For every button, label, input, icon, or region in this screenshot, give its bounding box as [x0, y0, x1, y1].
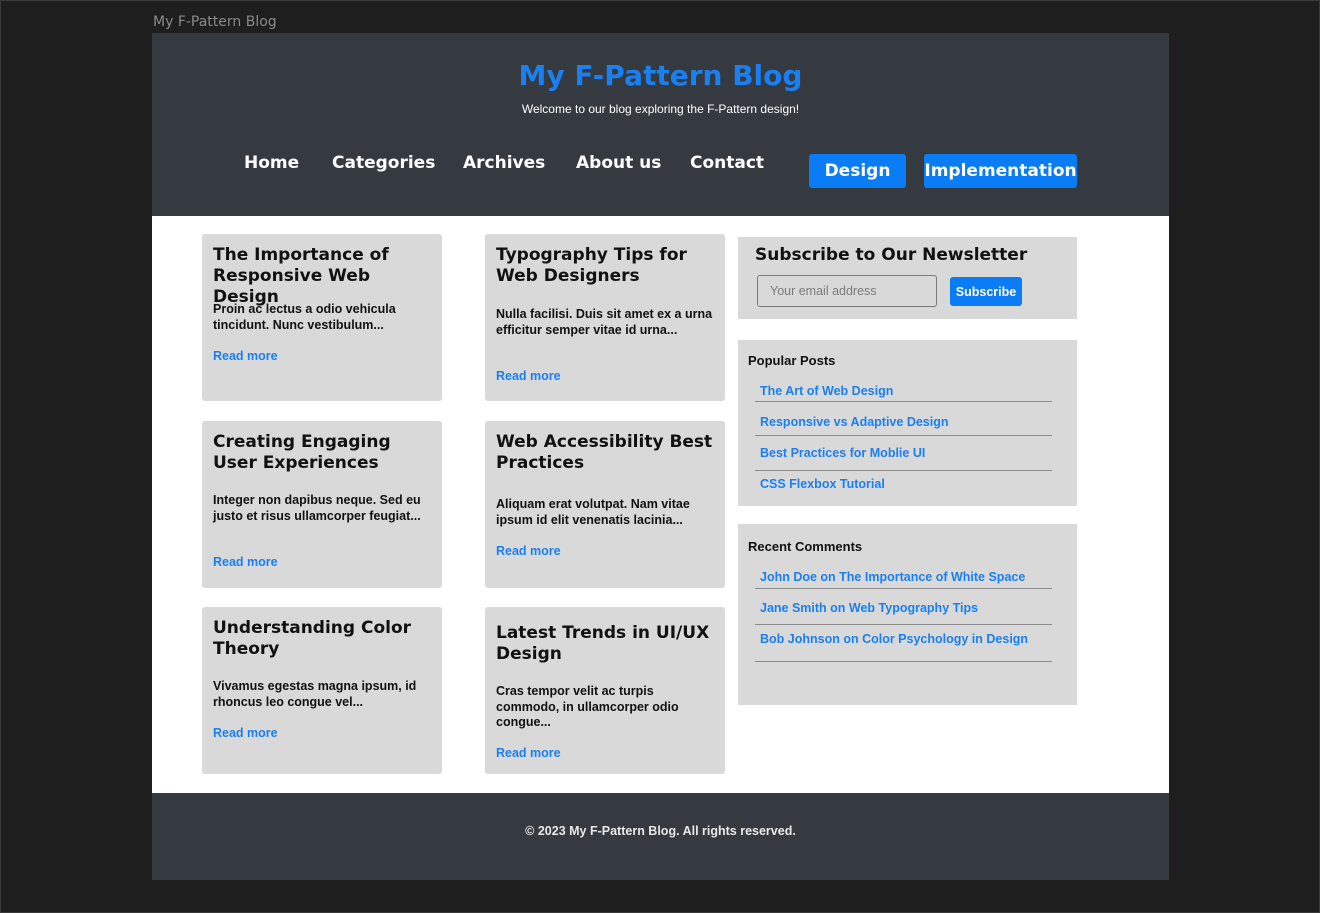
nav-about-us[interactable]: About us — [576, 153, 661, 173]
read-more-link[interactable]: Read more — [213, 726, 278, 740]
post-excerpt: Cras tempor velit ac turpis commodo, in … — [496, 684, 679, 729]
frame-label: My F-Pattern Blog — [153, 14, 277, 30]
site-footer: © 2023 My F-Pattern Blog. All rights res… — [152, 793, 1169, 880]
read-more-link[interactable]: Read more — [496, 369, 561, 383]
post-excerpt: Integer non dapibus neque. Sed eu justo … — [213, 493, 421, 523]
nav-categories[interactable]: Categories — [332, 153, 435, 173]
copyright-text: © 2023 My F-Pattern Blog. All rights res… — [525, 824, 796, 838]
site-tagline: Welcome to our blog exploring the F-Patt… — [521, 102, 800, 116]
post-excerpt: Aliquam erat volutpat. Nam vitae ipsum i… — [496, 497, 690, 527]
post-card: The Importance of Responsive Web Design … — [202, 234, 442, 401]
site-title[interactable]: My F-Pattern Blog — [152, 59, 1169, 92]
recent-comment-link[interactable]: Jane Smith on Web Typography Tips — [760, 601, 978, 615]
design-button[interactable]: Design — [809, 154, 906, 188]
post-card: Latest Trends in UI/UX Design Cras tempo… — [485, 607, 725, 774]
recent-comments-title: Recent Comments — [748, 539, 863, 554]
subscribe-button[interactable]: Subscribe — [950, 277, 1022, 306]
recent-comments-widget: Recent Comments John Doe on The Importan… — [738, 524, 1077, 705]
nav-home[interactable]: Home — [244, 153, 299, 173]
post-excerpt: Proin ac lectus a odio vehicula tincidun… — [213, 302, 396, 332]
divider — [755, 435, 1052, 436]
post-card: Creating Engaging User Experiences Integ… — [202, 421, 442, 588]
read-more-link[interactable]: Read more — [213, 555, 278, 569]
read-more-link[interactable]: Read more — [213, 349, 278, 363]
blog-page: My F-Pattern Blog Welcome to our blog ex… — [152, 33, 1169, 880]
post-title[interactable]: The Importance of Responsive Web Design — [213, 245, 431, 308]
recent-comment-link[interactable]: Bob Johnson on Color Psychology in Desig… — [760, 632, 1028, 646]
popular-post-link[interactable]: Best Practices for Moblie UI — [760, 446, 925, 460]
nav-contact[interactable]: Contact — [690, 153, 764, 173]
post-title[interactable]: Understanding Color Theory — [213, 618, 431, 660]
popular-post-link[interactable]: CSS Flexbox Tutorial — [760, 477, 885, 491]
site-header: My F-Pattern Blog Welcome to our blog ex… — [152, 33, 1169, 216]
popular-posts-widget: Popular Posts The Art of Web Design Resp… — [738, 340, 1077, 506]
popular-posts-title: Popular Posts — [748, 353, 836, 368]
post-title[interactable]: Typography Tips for Web Designers — [496, 245, 714, 287]
divider — [755, 470, 1052, 471]
recent-comment-link[interactable]: John Doe on The Importance of White Spac… — [760, 570, 1025, 584]
post-title[interactable]: Latest Trends in UI/UX Design — [496, 623, 714, 665]
post-card: Understanding Color Theory Vivamus egest… — [202, 607, 442, 774]
post-excerpt: Vivamus egestas magna ipsum, id rhoncus … — [213, 679, 417, 709]
divider — [755, 588, 1052, 589]
read-more-link[interactable]: Read more — [496, 746, 561, 760]
divider — [755, 624, 1052, 625]
post-excerpt: Nulla facilisi. Duis sit amet ex a urna … — [496, 307, 713, 337]
nav-archives[interactable]: Archives — [463, 153, 545, 173]
email-input[interactable] — [757, 275, 937, 307]
newsletter-widget: Subscribe to Our Newsletter Subscribe — [738, 237, 1077, 319]
post-title[interactable]: Web Accessibility Best Practices — [496, 432, 714, 474]
post-title[interactable]: Creating Engaging User Experiences — [213, 432, 431, 474]
post-card: Typography Tips for Web Designers Nulla … — [485, 234, 725, 401]
post-card: Web Accessibility Best Practices Aliquam… — [485, 421, 725, 588]
popular-post-link[interactable]: Responsive vs Adaptive Design — [760, 415, 949, 429]
read-more-link[interactable]: Read more — [496, 544, 561, 558]
newsletter-title: Subscribe to Our Newsletter — [755, 245, 1028, 265]
divider — [755, 401, 1052, 402]
implementation-button[interactable]: Implementation — [924, 154, 1077, 188]
popular-post-link[interactable]: The Art of Web Design — [760, 384, 893, 398]
divider — [755, 661, 1052, 662]
